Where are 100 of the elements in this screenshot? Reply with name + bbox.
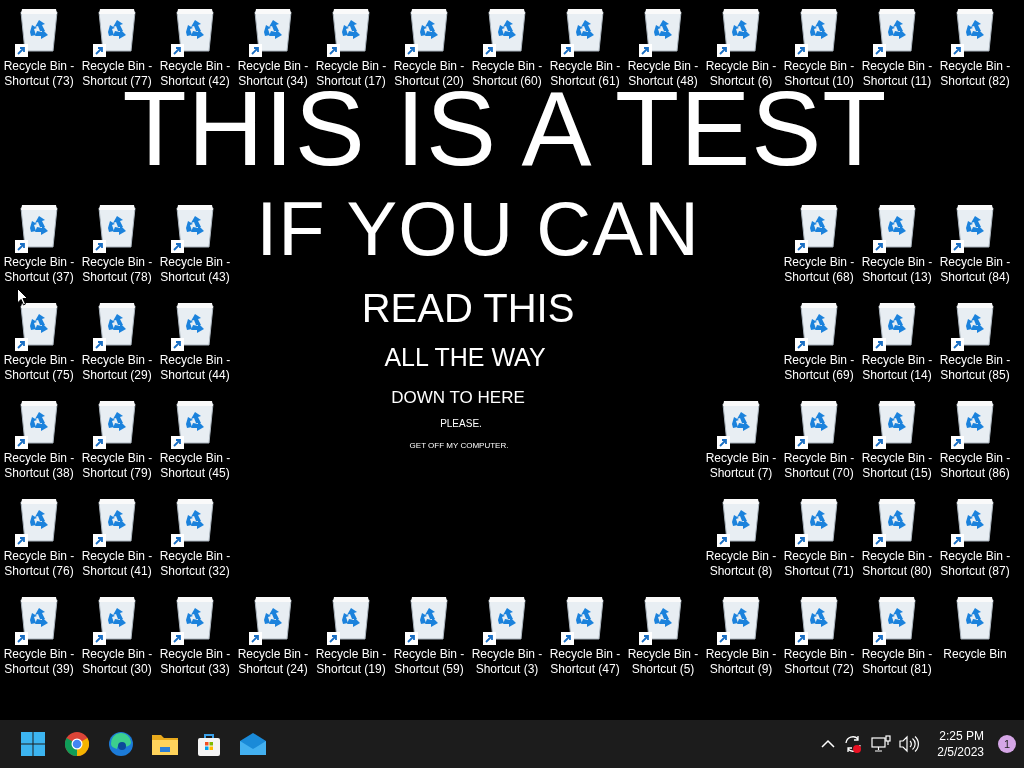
desktop-icon-label[interactable]: Recycle Bin - Shortcut (14) bbox=[859, 353, 935, 383]
desktop-icon-label[interactable]: Recycle Bin - Shortcut (41) bbox=[79, 549, 155, 579]
desktop-icon-label[interactable]: Recycle Bin - Shortcut (30) bbox=[79, 647, 155, 677]
desktop-icon-label[interactable]: Recycle Bin - Shortcut (72) bbox=[781, 647, 857, 677]
desktop-icon-label[interactable]: Recycle Bin - Shortcut (84) bbox=[937, 255, 1013, 285]
desktop-icon-label[interactable]: Recycle Bin - Shortcut (20) bbox=[391, 59, 467, 89]
desktop-icon-label[interactable]: Recycle Bin - Shortcut (43) bbox=[157, 255, 233, 285]
desktop-icon-label[interactable]: Recycle Bin - Shortcut (70) bbox=[781, 451, 857, 481]
recycle-bin-icon bbox=[799, 202, 839, 248]
desktop-icon-label[interactable]: Recycle Bin - Shortcut (10) bbox=[781, 59, 857, 89]
wallpaper-text: READ THIS bbox=[361, 290, 575, 325]
recycle-bin-icon bbox=[175, 202, 215, 248]
desktop-icon-label[interactable]: Recycle Bin - Shortcut (5) bbox=[625, 647, 701, 677]
recycle-bin-icon bbox=[643, 6, 683, 52]
desktop-icon-label[interactable]: Recycle Bin - Shortcut (44) bbox=[157, 353, 233, 383]
recycle-bin-icon bbox=[955, 202, 995, 248]
desktop-icon-label[interactable]: Recycle Bin - Shortcut (76) bbox=[1, 549, 77, 579]
recycle-bin-icon bbox=[721, 594, 761, 640]
desktop-icon-label[interactable]: Recycle Bin - Shortcut (45) bbox=[157, 451, 233, 481]
desktop-icon-label[interactable]: Recycle Bin - Shortcut (37) bbox=[1, 255, 77, 285]
taskbar-app-button[interactable] bbox=[106, 729, 136, 759]
desktop-icon-label[interactable]: Recycle Bin - Shortcut (11) bbox=[859, 59, 935, 89]
recycle-bin-icon bbox=[97, 6, 137, 52]
desktop-icon-label[interactable]: Recycle Bin - Shortcut (59) bbox=[391, 647, 467, 677]
desktop-icon-label[interactable]: Recycle Bin - Shortcut (71) bbox=[781, 549, 857, 579]
recycle-bin-icon bbox=[877, 398, 917, 444]
wallpaper-text: DOWN TO HERE bbox=[391, 391, 525, 406]
desktop-icon-label[interactable]: Recycle Bin - Shortcut (87) bbox=[937, 549, 1013, 579]
desktop-icon-label[interactable]: Recycle Bin - Shortcut (60) bbox=[469, 59, 545, 89]
desktop-icon-label[interactable]: Recycle Bin - Shortcut (85) bbox=[937, 353, 1013, 383]
desktop-icon-label[interactable]: Recycle Bin - Shortcut (29) bbox=[79, 353, 155, 383]
recycle-bin-icon bbox=[955, 496, 995, 542]
recycle-bin-icon bbox=[799, 594, 839, 640]
desktop-icon-label[interactable]: Recycle Bin - Shortcut (75) bbox=[1, 353, 77, 383]
volume-icon[interactable] bbox=[899, 735, 920, 753]
desktop-icon-label[interactable]: Recycle Bin - Shortcut (69) bbox=[781, 353, 857, 383]
desktop-icon-label[interactable]: Recycle Bin - Shortcut (13) bbox=[859, 255, 935, 285]
wallpaper-text: GET OFF MY COMPUTER. bbox=[409, 443, 509, 450]
recycle-bin-icon bbox=[97, 398, 137, 444]
recycle-bin-icon bbox=[175, 300, 215, 346]
desktop-icon-label[interactable]: Recycle Bin - Shortcut (15) bbox=[859, 451, 935, 481]
taskbar-app-button[interactable] bbox=[18, 729, 48, 759]
recycle-bin-icon bbox=[97, 202, 137, 248]
desktop-icon-label[interactable]: Recycle Bin - Shortcut (9) bbox=[703, 647, 779, 677]
recycle-bin-icon bbox=[799, 398, 839, 444]
desktop-icon-label[interactable]: Recycle Bin - Shortcut (34) bbox=[235, 59, 311, 89]
folder-icon bbox=[152, 733, 178, 755]
mail-icon bbox=[240, 733, 266, 755]
recycle-bin-icon bbox=[877, 496, 917, 542]
recycle-bin-icon bbox=[19, 6, 59, 52]
recycle-bin-icon bbox=[19, 202, 59, 248]
desktop-icon-label[interactable]: Recycle Bin - Shortcut (33) bbox=[157, 647, 233, 677]
recycle-bin-icon bbox=[19, 300, 59, 346]
recycle-bin-icon bbox=[175, 594, 215, 640]
desktop-icon-label[interactable]: Recycle Bin - Shortcut (81) bbox=[859, 647, 935, 677]
desktop-icon-label[interactable]: Recycle Bin - Shortcut (68) bbox=[781, 255, 857, 285]
recycle-bin-icon bbox=[799, 6, 839, 52]
clock[interactable]: 2:25 PM 2/5/2023 bbox=[933, 728, 988, 760]
desktop-icon-label[interactable]: Recycle Bin - Shortcut (79) bbox=[79, 451, 155, 481]
recycle-bin-icon bbox=[97, 300, 137, 346]
desktop-icon-label[interactable]: Recycle Bin - Shortcut (48) bbox=[625, 59, 701, 89]
recycle-bin-icon bbox=[877, 594, 917, 640]
sync-error-icon[interactable] bbox=[843, 734, 864, 754]
desktop-icon-label[interactable]: Recycle Bin - Shortcut (8) bbox=[703, 549, 779, 579]
desktop-icon-label[interactable]: Recycle Bin - Shortcut (78) bbox=[79, 255, 155, 285]
desktop-icon-label[interactable]: Recycle Bin - Shortcut (39) bbox=[1, 647, 77, 677]
desktop-icon-label[interactable]: Recycle Bin - Shortcut (19) bbox=[313, 647, 389, 677]
desktop-icon-label[interactable]: Recycle Bin - Shortcut (42) bbox=[157, 59, 233, 89]
recycle-bin-icon bbox=[409, 594, 449, 640]
desktop-icon-label[interactable]: Recycle Bin - Shortcut (32) bbox=[157, 549, 233, 579]
desktop-icon-label[interactable]: Recycle Bin - Shortcut (17) bbox=[313, 59, 389, 89]
desktop-icon-label[interactable]: Recycle Bin - Shortcut (86) bbox=[937, 451, 1013, 481]
desktop-icon-label[interactable]: Recycle Bin - Shortcut (73) bbox=[1, 59, 77, 89]
desktop-icon-label[interactable]: Recycle Bin - Shortcut (6) bbox=[703, 59, 779, 89]
notification-badge[interactable]: 1 bbox=[998, 735, 1016, 753]
desktop-icon-label[interactable]: Recycle Bin - Shortcut (7) bbox=[703, 451, 779, 481]
recycle-bin-icon bbox=[721, 398, 761, 444]
network-icon[interactable] bbox=[871, 735, 892, 753]
store-bag-icon bbox=[197, 732, 221, 756]
recycle-bin-icon bbox=[877, 202, 917, 248]
recycle-bin-icon bbox=[253, 6, 293, 52]
mouse-pointer-icon bbox=[17, 288, 28, 306]
desktop-icon-label[interactable]: Recycle Bin - Shortcut (82) bbox=[937, 59, 1013, 89]
recycle-bin-icon bbox=[721, 6, 761, 52]
desktop-icon-label[interactable]: Recycle Bin - Shortcut (3) bbox=[469, 647, 545, 677]
desktop-icon-label[interactable]: Recycle Bin bbox=[937, 647, 1013, 662]
desktop-icon-label[interactable]: Recycle Bin - Shortcut (38) bbox=[1, 451, 77, 481]
recycle-bin-icon bbox=[19, 398, 59, 444]
recycle-bin-icon bbox=[97, 496, 137, 542]
recycle-bin-icon bbox=[955, 300, 995, 346]
recycle-bin-icon bbox=[409, 6, 449, 52]
recycle-bin-icon bbox=[487, 594, 527, 640]
desktop-icon-label[interactable]: Recycle Bin - Shortcut (61) bbox=[547, 59, 623, 89]
taskbar-app-button[interactable] bbox=[62, 729, 92, 759]
desktop-icon-label[interactable]: Recycle Bin - Shortcut (24) bbox=[235, 647, 311, 677]
chevron-up-icon[interactable] bbox=[821, 739, 836, 749]
edge-icon bbox=[109, 732, 133, 756]
recycle-bin-icon bbox=[331, 6, 371, 52]
desktop-icon-label[interactable]: Recycle Bin - Shortcut (80) bbox=[859, 549, 935, 579]
desktop-icon-label[interactable]: Recycle Bin - Shortcut (47) bbox=[547, 647, 623, 677]
